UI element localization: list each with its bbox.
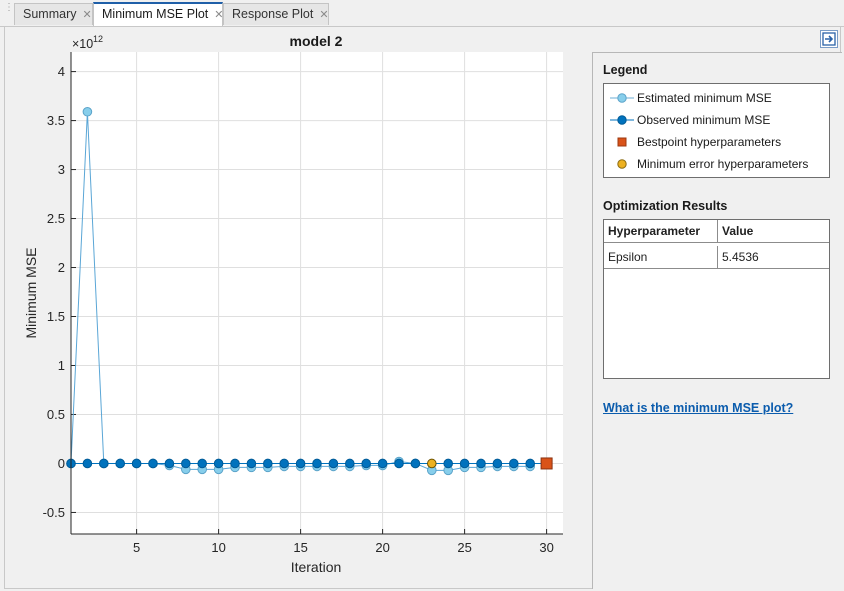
tab-response-plot[interactable]: Response Plot ✕ xyxy=(223,3,329,25)
observed-mse-point xyxy=(394,458,404,469)
x-tick-label: 10 xyxy=(211,540,225,555)
exponent-base: ×10 xyxy=(72,37,93,51)
legend-label: Observed minimum MSE xyxy=(637,113,771,127)
results-table: Hyperparameter Value Epsilon 5.4536 xyxy=(603,219,830,379)
observed-mse-point xyxy=(295,458,306,469)
y-tick-label: 0 xyxy=(58,456,65,471)
x-tick-label: 5 xyxy=(133,540,140,555)
min-error-point xyxy=(427,458,437,469)
exponent-power: 12 xyxy=(93,34,103,44)
observed-mse-point xyxy=(443,458,454,469)
side-panel: Legend Estimated minimum MSE Observed mi… xyxy=(592,52,842,589)
x-axis-label: Iteration xyxy=(291,559,342,575)
chart-title: model 2 xyxy=(290,33,343,49)
observed-mse-point xyxy=(377,458,388,469)
bestpoint-square-icon xyxy=(617,137,627,147)
table-cell: 5.4536 xyxy=(722,250,759,264)
observed-marker-icon xyxy=(610,115,634,125)
table-cell: Epsilon xyxy=(604,246,718,268)
observed-mse-point xyxy=(148,458,158,469)
observed-mse-point xyxy=(525,458,536,469)
drag-grip-icon[interactable]: ⋮ xyxy=(4,3,14,21)
legend-label: Bestpoint hyperparameters xyxy=(637,135,782,149)
tab-summary[interactable]: Summary ✕ xyxy=(14,3,93,25)
observed-mse-point xyxy=(328,458,339,469)
column-header-value[interactable]: Value xyxy=(718,220,829,242)
y-tick-label: 2.5 xyxy=(47,211,65,226)
close-icon[interactable]: ✕ xyxy=(319,9,328,21)
observed-mse-point xyxy=(181,458,191,469)
observed-mse-point xyxy=(509,458,519,469)
observed-mse-point xyxy=(164,458,175,469)
observed-mse-point xyxy=(279,458,290,469)
y-tick-label: 3.5 xyxy=(47,113,65,128)
observed-mse-point xyxy=(312,458,322,469)
undock-button[interactable] xyxy=(820,30,838,48)
tab-minimum-mse-plot[interactable]: Minimum MSE Plot ✕ xyxy=(93,2,224,26)
observed-mse-point xyxy=(230,458,240,469)
observed-mse-point xyxy=(246,458,257,469)
y-tick-label: -0.5 xyxy=(43,505,65,520)
table-header-row: Hyperparameter Value xyxy=(604,220,829,243)
observed-mse-point xyxy=(115,458,125,469)
observed-mse-point xyxy=(99,458,109,469)
y-tick-label: 1 xyxy=(58,358,65,373)
legend-label: Minimum error hyperparameters xyxy=(637,157,809,171)
observed-mse-point xyxy=(361,458,372,469)
legend-label: Estimated minimum MSE xyxy=(637,91,772,105)
legend-box: Estimated minimum MSE Observed minimum M… xyxy=(603,83,830,178)
y-tick-label: 2 xyxy=(58,260,65,275)
observed-mse-point xyxy=(213,458,224,469)
tab-label: Summary xyxy=(23,7,77,21)
optimization-results-heading: Optimization Results xyxy=(603,199,728,213)
tab-bar: ⋮ Summary ✕ Minimum MSE Plot ✕ Response Pl… xyxy=(0,0,844,27)
min-error-circle-icon xyxy=(617,159,627,169)
x-tick-label: 25 xyxy=(457,540,471,555)
observed-mse-point xyxy=(82,458,93,469)
observed-mse-point xyxy=(345,458,355,469)
observed-mse-point xyxy=(197,458,207,469)
observed-mse-point xyxy=(410,458,421,469)
observed-mse-point xyxy=(263,458,273,469)
observed-mse-point xyxy=(492,458,503,469)
help-link[interactable]: What is the minimum MSE plot? xyxy=(603,401,793,415)
x-tick-label: 30 xyxy=(539,540,553,555)
x-tick-label: 15 xyxy=(293,540,307,555)
minimum-mse-chart: 5 10 15 20 25 30 -0.5 0 0.5 1 1.5 2 2.5 3 3.5 4 model 2… xyxy=(23,33,563,575)
bestpoint-marker xyxy=(540,457,553,470)
observed-mse-point xyxy=(131,458,142,469)
observed-mse-point xyxy=(459,458,470,469)
y-axis-label: Minimum MSE xyxy=(23,247,39,338)
legend-heading: Legend xyxy=(603,63,648,77)
column-header-hyperparameter[interactable]: Hyperparameter xyxy=(604,220,718,242)
estimated-marker-icon xyxy=(610,93,634,103)
y-tick-label: 3 xyxy=(58,162,65,177)
y-tick-label: 0.5 xyxy=(47,407,65,422)
x-tick-label: 20 xyxy=(375,540,389,555)
y-tick-label: 4 xyxy=(58,64,65,79)
undock-arrow-icon xyxy=(822,32,836,46)
tab-label: Response Plot xyxy=(232,7,314,21)
close-icon[interactable]: ✕ xyxy=(82,9,91,21)
y-tick-label: 1.5 xyxy=(47,309,65,324)
tab-label: Minimum MSE Plot xyxy=(102,7,209,21)
observed-mse-point xyxy=(476,458,486,469)
table-row[interactable]: Epsilon 5.4536 xyxy=(604,246,829,269)
estimated-mse-point xyxy=(82,106,93,117)
